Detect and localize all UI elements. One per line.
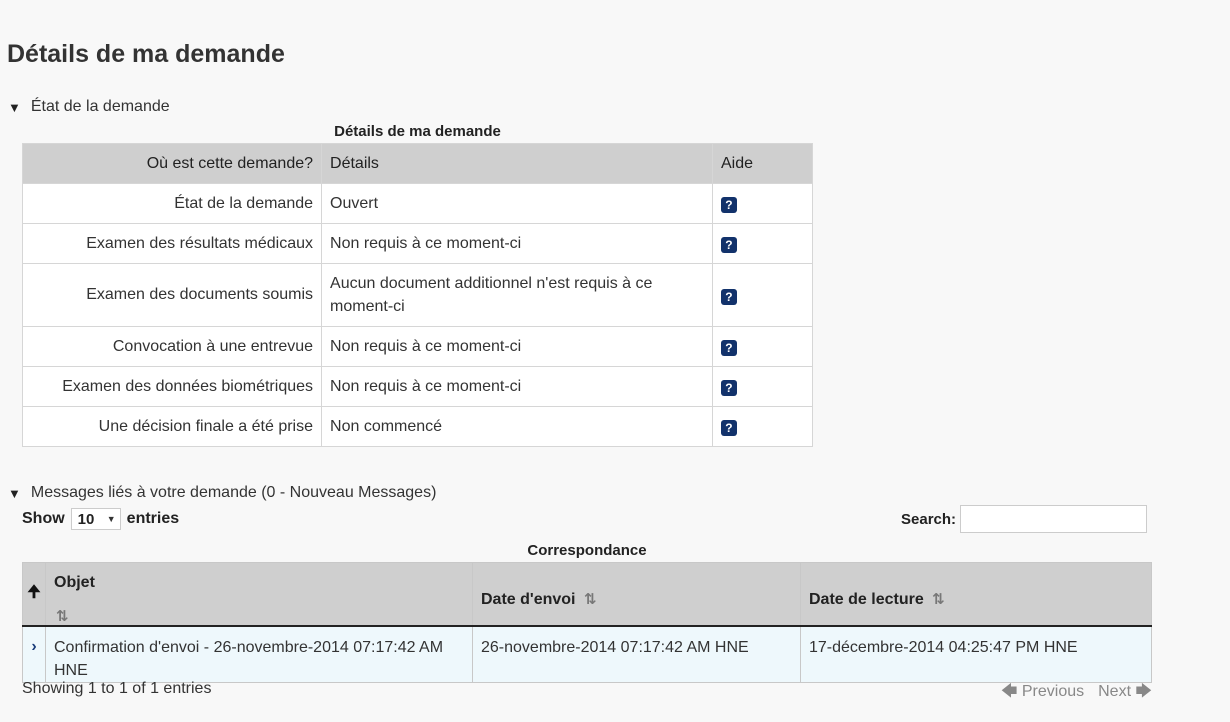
stage-cell: Convocation à une entrevue	[21, 326, 323, 367]
pagination: 🡄 Previous Next 🡆	[1001, 680, 1152, 707]
status-section-toggle[interactable]: ▼ État de la demande	[8, 98, 170, 116]
page-size-value: 10	[77, 510, 95, 528]
table-row: Examen des documents soumis Aucun docume…	[21, 263, 814, 327]
stage-cell: Une décision finale a été prise	[21, 406, 323, 447]
messages-section-label: Messages liés à votre demande (0 - Nouve…	[30, 484, 437, 501]
table-row: État de la demande Ouvert ?	[21, 183, 814, 224]
sort-icon[interactable]: ⇅	[932, 591, 945, 608]
search-label: Search:	[901, 510, 957, 528]
detail-cell: Non requis à ce moment-ci	[321, 223, 713, 264]
detail-cell: Ouvert	[321, 183, 713, 224]
detail-cell: Aucun document additionnel n'est requis …	[321, 263, 713, 327]
stage-cell: Examen des données biométriques	[21, 366, 323, 407]
header-help: Aide	[711, 143, 814, 184]
header-subject[interactable]: Objet ⇅	[45, 562, 473, 627]
page-size-select[interactable]: 10 ▼	[70, 508, 121, 530]
expand-cell[interactable]: ›	[22, 625, 46, 683]
header-details: Détails	[321, 143, 713, 184]
question-icon[interactable]: ?	[720, 197, 737, 213]
sent-date-cell: 26-novembre-2014 07:17:42 AM HNE	[472, 625, 801, 683]
question-icon[interactable]: ?	[720, 420, 737, 436]
question-icon[interactable]: ?	[720, 380, 737, 396]
previous-button[interactable]: 🡄 Previous	[1001, 680, 1084, 707]
header-sent-date[interactable]: Date d'envoi ⇅	[472, 562, 801, 627]
table-row: Une décision finale a été prise Non comm…	[21, 406, 814, 447]
expand-header[interactable]: 🠉	[22, 562, 46, 627]
caret-down-icon: ▼	[106, 514, 116, 524]
arrow-right-icon: 🡆	[1135, 683, 1152, 700]
sort-icon[interactable]: ⇅	[584, 591, 597, 608]
arrow-up-icon: 🠉	[27, 583, 41, 601]
table-row: Examen des données biométriques Non requ…	[21, 366, 814, 407]
next-button[interactable]: Next 🡆	[1098, 680, 1152, 707]
detail-cell: Non requis à ce moment-ci	[321, 366, 713, 407]
stage-cell: Examen des résultats médicaux	[21, 223, 323, 264]
table-row: Convocation à une entrevue Non requis à …	[21, 326, 814, 367]
search-control: Search:	[901, 505, 1148, 533]
chevron-right-icon[interactable]: ›	[31, 638, 36, 655]
question-icon[interactable]: ?	[720, 288, 737, 305]
page-title: Détails de ma demande	[7, 40, 285, 68]
detail-cell: Non requis à ce moment-ci	[321, 326, 713, 367]
detail-cell: Non commencé	[321, 406, 713, 447]
correspondence-header: 🠉 Objet ⇅ Date d'envoi ⇅ Date de lecture…	[22, 562, 1152, 627]
status-table-caption: Détails de ma demande	[334, 123, 501, 140]
table-info: Showing 1 to 1 of 1 entries	[22, 680, 212, 697]
triangle-down-icon: ▼	[8, 99, 21, 115]
search-input[interactable]	[960, 505, 1148, 533]
table-row: Examen des résultats médicaux Non requis…	[21, 223, 814, 264]
entries-label: entries	[126, 510, 180, 527]
read-date-cell: 17-décembre-2014 04:25:47 PM HNE	[800, 625, 1152, 683]
correspondence-table: 🠉 Objet ⇅ Date d'envoi ⇅ Date de lecture…	[22, 562, 1152, 683]
question-icon[interactable]: ?	[720, 340, 737, 356]
status-section-label: État de la demande	[30, 98, 170, 115]
stage-cell: État de la demande	[21, 183, 323, 224]
subject-cell: Confirmation d'envoi - 26-novembre-2014 …	[45, 625, 473, 683]
page-size-control: Show 10 ▼ entries	[22, 508, 179, 530]
status-table-header: Où est cette demande? Détails Aide	[21, 143, 814, 184]
table-row[interactable]: › Confirmation d'envoi - 26-novembre-201…	[22, 625, 1152, 683]
header-stage: Où est cette demande?	[21, 143, 323, 184]
show-label: Show	[22, 510, 65, 527]
stage-cell: Examen des documents soumis	[21, 263, 323, 327]
triangle-down-icon: ▼	[8, 485, 21, 501]
arrow-left-icon: 🡄	[1000, 683, 1018, 700]
status-table: Où est cette demande? Détails Aide État …	[21, 143, 814, 447]
correspondence-caption: Correspondance	[527, 542, 647, 559]
question-icon[interactable]: ?	[720, 237, 737, 253]
header-read-date[interactable]: Date de lecture ⇅	[800, 562, 1152, 627]
sort-icon[interactable]: ⇅	[56, 607, 69, 625]
messages-section-toggle[interactable]: ▼ Messages liés à votre demande (0 - Nou…	[8, 484, 436, 502]
